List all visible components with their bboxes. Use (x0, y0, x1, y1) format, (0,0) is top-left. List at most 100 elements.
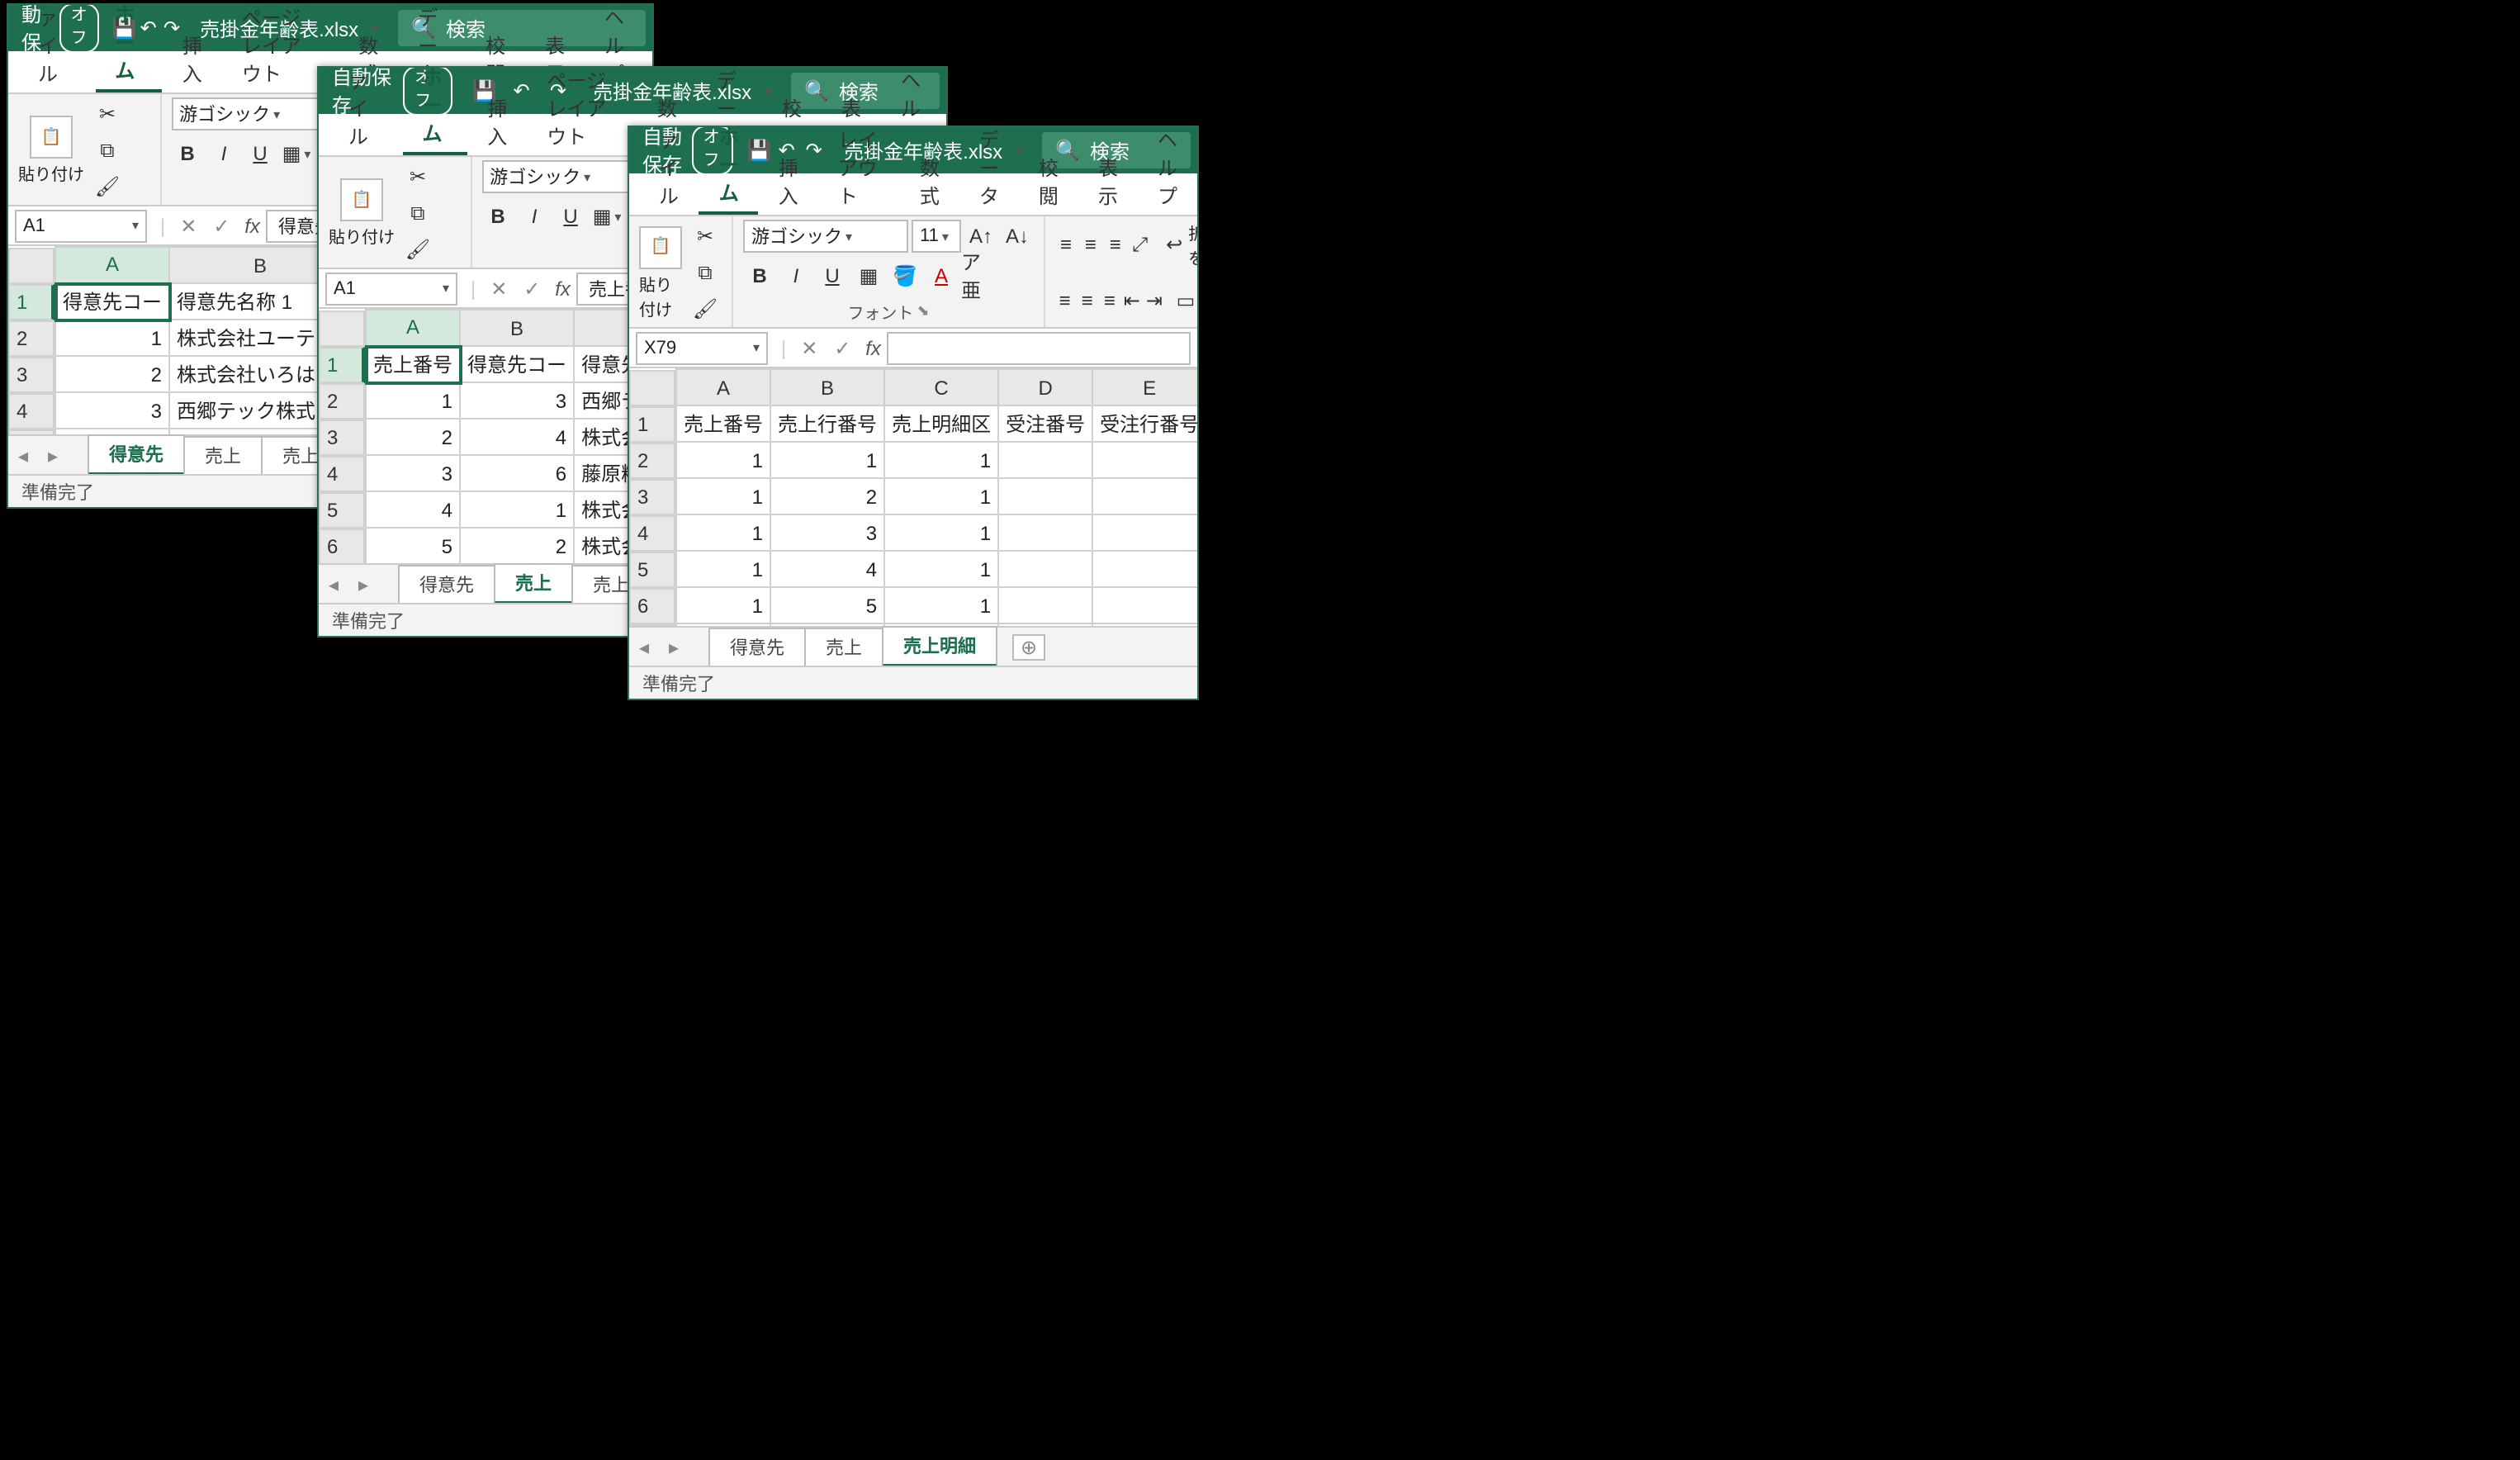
row-header[interactable]: 2 (629, 442, 675, 478)
tab-view[interactable]: 表示 (1078, 147, 1138, 215)
paste-button[interactable]: 📋貼り付け (18, 116, 84, 185)
cut-icon[interactable]: ✂ (401, 160, 434, 193)
tab-file[interactable]: ファイル (329, 66, 402, 155)
tab-home[interactable]: ホーム (402, 66, 467, 155)
col-header[interactable]: D (998, 369, 1092, 405)
sheet-tab[interactable]: 得意先 (88, 434, 185, 476)
cancel-fx-icon[interactable]: ✕ (172, 214, 205, 237)
col-header[interactable]: A (55, 247, 169, 283)
bold-button[interactable]: B (743, 259, 776, 292)
fx-icon[interactable]: fx (859, 336, 888, 359)
tab-nav-next[interactable]: ▸ (659, 635, 689, 658)
tab-insert[interactable]: 挿入 (467, 88, 527, 155)
cell[interactable] (1092, 587, 1197, 623)
sheet-tab[interactable]: 得意先 (398, 565, 495, 603)
sheet-tab[interactable]: 得意先 (708, 628, 806, 666)
row-header[interactable]: 4 (319, 455, 365, 491)
row-header[interactable]: 6 (629, 587, 675, 623)
wrap-text-button[interactable]: ↩ (1163, 228, 1185, 261)
tab-review[interactable]: 校閲 (1019, 147, 1078, 215)
row-header[interactable]: 7 (629, 623, 675, 626)
name-box[interactable]: A1▾ (15, 209, 147, 242)
cell[interactable]: 受注番号 (998, 405, 1092, 442)
copy-icon[interactable]: ⧉ (91, 134, 124, 167)
grid[interactable]: ABCDEFGHIJ1売上番号売上行番号売上明細区受注番号受注行番号項番品名単価… (629, 368, 1197, 626)
row-header[interactable]: 3 (629, 478, 675, 514)
cell[interactable]: 4 (55, 429, 169, 434)
cell[interactable]: 3 (770, 514, 884, 551)
format-painter-icon[interactable]: 🖌 (91, 170, 124, 203)
cell[interactable]: 1 (884, 623, 998, 626)
tab-data[interactable]: データ (959, 126, 1019, 215)
wrap-text-label[interactable]: 折り返して全体を表示する (1188, 220, 1199, 269)
add-sheet-button[interactable]: ⊕ (1012, 633, 1045, 660)
align-left-icon[interactable]: ≡ (1055, 284, 1074, 317)
cell[interactable]: 売上番号 (676, 405, 770, 442)
row-header[interactable]: 4 (8, 392, 54, 429)
tab-nav-next[interactable]: ▸ (348, 572, 378, 595)
confirm-fx-icon[interactable]: ✓ (205, 214, 238, 237)
tab-formulas[interactable]: 数式 (900, 147, 959, 215)
cut-icon[interactable]: ✂ (689, 220, 722, 253)
align-middle-icon[interactable]: ≡ (1080, 228, 1101, 261)
row-header[interactable]: 5 (629, 551, 675, 587)
cell[interactable]: 3 (55, 392, 169, 429)
format-painter-icon[interactable]: 🖌 (689, 292, 722, 325)
cell[interactable] (998, 478, 1092, 514)
cell[interactable]: 1 (676, 551, 770, 587)
copy-icon[interactable]: ⧉ (401, 197, 434, 230)
align-center-icon[interactable]: ≡ (1078, 284, 1097, 317)
cell[interactable]: 2 (55, 356, 169, 392)
tab-pagelayout[interactable]: ページ レイアウト (527, 66, 637, 155)
confirm-fx-icon[interactable]: ✓ (826, 336, 859, 359)
cell[interactable]: 得意先コー (460, 346, 574, 382)
fx-icon[interactable]: fx (238, 214, 267, 237)
cut-icon[interactable]: ✂ (91, 97, 124, 130)
align-right-icon[interactable]: ≡ (1100, 284, 1119, 317)
font-size-select[interactable]: 11▾ (912, 220, 961, 253)
cell[interactable]: 6 (460, 455, 574, 491)
cell[interactable] (1092, 478, 1197, 514)
indent-dec-icon[interactable]: ⇤ (1122, 284, 1141, 317)
tab-nav-prev[interactable]: ◂ (319, 572, 348, 595)
merge-label[interactable]: セルを結合して中央揃え (1199, 276, 1200, 325)
cell[interactable]: 1 (460, 491, 574, 528)
fill-color-button[interactable]: 🪣 (888, 259, 921, 292)
tab-nav-prev[interactable]: ◂ (629, 635, 659, 658)
cell[interactable]: 1 (884, 551, 998, 587)
fx-icon[interactable]: fx (548, 277, 577, 300)
cell[interactable]: 1 (676, 587, 770, 623)
paste-button[interactable]: 📋貼り付け (639, 225, 682, 320)
cell[interactable]: 得意先コー (55, 283, 169, 320)
font-name-select[interactable]: 游ゴシック▾ (743, 220, 908, 253)
border-button[interactable]: ▦▾ (280, 137, 313, 170)
cell[interactable]: 1 (884, 442, 998, 478)
cell[interactable]: 1 (676, 514, 770, 551)
row-header[interactable]: 2 (319, 382, 365, 419)
cell[interactable] (1092, 623, 1197, 626)
name-box[interactable]: X79▾ (636, 331, 768, 364)
cell[interactable]: 受注行番号 (1092, 405, 1197, 442)
confirm-fx-icon[interactable]: ✓ (515, 277, 548, 300)
cell[interactable]: 売上行番号 (770, 405, 884, 442)
col-header[interactable]: C (884, 369, 998, 405)
name-box[interactable]: A1▾ (325, 272, 457, 305)
cell[interactable] (998, 587, 1092, 623)
cell[interactable]: 4 (460, 419, 574, 455)
cell[interactable]: 2 (770, 478, 884, 514)
cell[interactable]: 6 (770, 623, 884, 626)
tab-file[interactable]: ファイル (18, 3, 95, 92)
sheet-tab[interactable]: 売上明細 (882, 626, 997, 667)
col-header[interactable]: A (366, 310, 460, 346)
cell[interactable]: 2 (366, 419, 460, 455)
indent-inc-icon[interactable]: ⇥ (1144, 284, 1163, 317)
tab-home[interactable]: ホーム (699, 126, 759, 215)
underline-button[interactable]: U (244, 137, 277, 170)
cell[interactable]: 1 (770, 442, 884, 478)
cell[interactable] (1092, 514, 1197, 551)
align-bottom-icon[interactable]: ≡ (1105, 228, 1126, 261)
formula-input[interactable] (888, 331, 1191, 364)
tab-nav-prev[interactable]: ◂ (8, 443, 38, 467)
underline-button[interactable]: U (554, 200, 587, 233)
bold-button[interactable]: B (171, 137, 204, 170)
